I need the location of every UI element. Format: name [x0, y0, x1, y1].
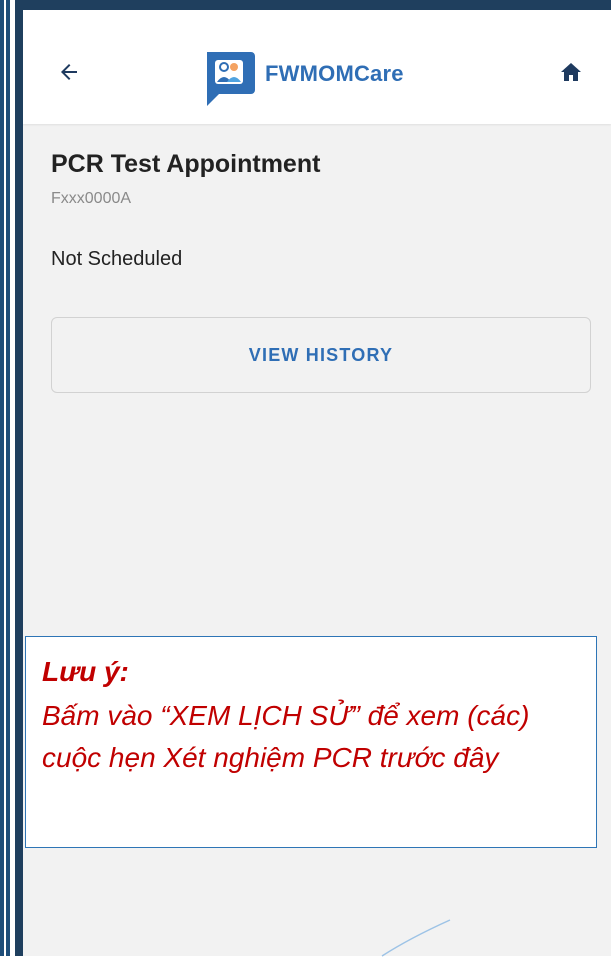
app-bar: FWMOMCare [23, 10, 611, 124]
note-callout: Lưu ý: Bấm vào “XEM LỊCH SỬ” để xem (các… [25, 636, 597, 848]
reference-id: Fxxx0000A [51, 190, 132, 207]
home-icon [561, 63, 581, 81]
page-title: PCR Test Appointment [51, 150, 321, 178]
slide-left-border-line [4, 0, 6, 956]
back-button[interactable] [49, 52, 89, 92]
view-history-button[interactable]: VIEW HISTORY [51, 317, 591, 393]
decorative-swoosh [381, 919, 451, 957]
note-body: Bấm vào “XEM LỊCH SỬ” để xem (các) cuộc … [42, 700, 530, 773]
appointment-status: Not Scheduled [51, 248, 183, 270]
home-button[interactable] [551, 52, 591, 92]
note-heading: Lưu ý: [42, 656, 129, 687]
brand: FWMOMCare [203, 50, 404, 106]
fwmomcare-logo-icon [207, 52, 255, 106]
slide-left-border [0, 0, 10, 956]
arrow-left-icon [61, 64, 77, 80]
app-name: FWMOMCare [265, 61, 404, 86]
